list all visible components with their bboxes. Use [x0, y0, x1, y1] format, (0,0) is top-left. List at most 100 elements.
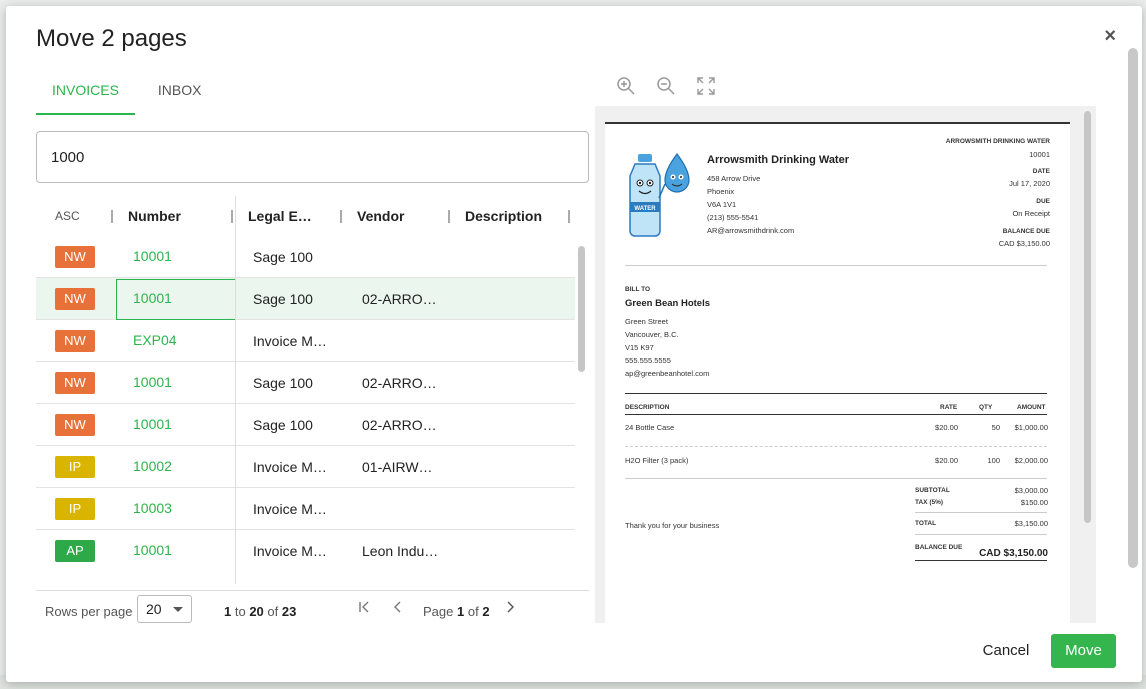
item-amount: $2,000.00: [1014, 456, 1048, 465]
close-icon[interactable]: ×: [1104, 26, 1116, 46]
page-current: 1: [457, 604, 465, 619]
status-badge: NW: [55, 330, 95, 352]
divider: [625, 393, 1047, 394]
invoice-number-link[interactable]: EXP04: [133, 320, 177, 360]
subtotal-label: SUBTOTAL: [915, 487, 950, 494]
tab-inbox[interactable]: INBOX: [142, 76, 218, 115]
invoice-number: 10001: [1029, 150, 1050, 159]
address-line: Phoenix: [707, 187, 735, 196]
address-line: 458 Arrow Drive: [707, 174, 761, 183]
column-header-legal-entity[interactable]: Legal E…: [248, 196, 312, 236]
legal-entity-cell: Sage 100: [253, 291, 313, 307]
due-value: On Receipt: [1012, 209, 1050, 218]
company-name: Arrowsmith Drinking Water: [707, 154, 849, 166]
cancel-button[interactable]: Cancel: [974, 635, 1038, 667]
total-label: TOTAL: [915, 520, 937, 527]
final-balance-label: BALANCE DUE: [915, 544, 963, 551]
document-viewer[interactable]: WATER Arrowsmith Drinking Water 458 Arro…: [595, 106, 1096, 623]
address-line: V6A 1V1: [707, 200, 737, 209]
fullscreen-icon[interactable]: [696, 76, 718, 98]
legal-entity-cell: Sage 100: [253, 249, 313, 265]
dialog-scrollbar[interactable]: [1128, 48, 1138, 568]
tab-invoices[interactable]: INVOICES: [36, 76, 135, 115]
address-line: AR@arrowsmithdrink.com: [707, 226, 795, 235]
legal-entity-cell: Invoice M…: [253, 501, 327, 517]
status-badge: IP: [55, 456, 95, 478]
range-start: 1: [224, 604, 232, 619]
item-description: 24 Bottle Case: [625, 423, 675, 432]
invoice-number-link[interactable]: 10001: [133, 530, 172, 570]
column-header-vendor[interactable]: Vendor: [357, 196, 404, 236]
subtotal-value: $3,000.00: [1014, 486, 1048, 495]
column-resize-handle[interactable]: [340, 210, 342, 223]
item-amount: $1,000.00: [1014, 423, 1048, 432]
item-qty: 100: [987, 456, 1000, 465]
table-row[interactable]: NW 10001 Sage 100: [36, 236, 575, 278]
move-button[interactable]: Move: [1051, 634, 1116, 668]
total-value: $3,150.00: [1014, 519, 1048, 528]
bill-to-line: ap@greenbeanhotel.com: [625, 369, 710, 378]
vendor-cell: Leon Indu…: [362, 543, 439, 559]
chevron-down-icon: [173, 607, 183, 612]
prev-page-icon[interactable]: [388, 599, 408, 619]
page-of: of: [467, 604, 479, 619]
column-resize-handle[interactable]: [568, 210, 570, 223]
move-pages-dialog: Move 2 pages × INVOICES INBOX ASC Number…: [6, 6, 1142, 682]
tab-bar: INVOICES INBOX: [36, 76, 217, 116]
bill-to-line: Vancouver, B.C.: [625, 330, 679, 339]
bill-to-line: Green Street: [625, 317, 668, 326]
final-balance-value: CAD $3,150.00: [979, 548, 1048, 559]
zoom-out-icon[interactable]: [656, 76, 678, 98]
search-input[interactable]: [36, 131, 589, 183]
column-resize-handle[interactable]: [448, 210, 450, 223]
due-label: DUE: [1036, 198, 1050, 205]
table-row-selected[interactable]: NW 10001 Sage 100 02-ARRO…: [36, 278, 575, 320]
bill-to-label: BILL TO: [625, 286, 651, 293]
grid-pagination: Rows per page 20 1 to 20 of 23 Page 1 of…: [36, 590, 589, 630]
item-rate: $20.00: [935, 423, 958, 432]
bill-to-name: Green Bean Hotels: [625, 298, 710, 309]
column-header-number[interactable]: Number: [128, 196, 181, 236]
table-row[interactable]: AP 10001 Invoice M… Leon Indu…: [36, 530, 575, 570]
next-page-icon[interactable]: [500, 599, 520, 619]
status-badge: NW: [55, 414, 95, 436]
column-resize-handle[interactable]: [231, 210, 233, 223]
invoice-number-link[interactable]: 10003: [133, 488, 172, 528]
invoice-number-link[interactable]: 10001: [133, 278, 172, 318]
water-bottle-logo: WATER: [629, 152, 690, 237]
column-header-asc[interactable]: ASC: [55, 196, 80, 236]
viewer-scrollbar[interactable]: [1084, 111, 1091, 523]
vendor-cell: 01-AIRW…: [362, 459, 433, 475]
grid-body: NW 10001 Sage 100 NW 10001 Sage 100 02-A…: [36, 236, 575, 570]
page-indicator: Page 1 of 2: [423, 604, 490, 619]
table-row[interactable]: IP 10002 Invoice M… 01-AIRW…: [36, 446, 575, 488]
invoice-number-link[interactable]: 10001: [133, 404, 172, 444]
invoice-number-link[interactable]: 10001: [133, 236, 172, 276]
first-page-icon[interactable]: [354, 599, 374, 619]
dialog-title: Move 2 pages: [36, 25, 187, 52]
range-to: to: [234, 604, 246, 619]
divider: [625, 446, 1047, 447]
table-row[interactable]: NW 10001 Sage 100 02-ARRO…: [36, 362, 575, 404]
table-row[interactable]: NW EXP04 Invoice M…: [36, 320, 575, 362]
column-resize-handle[interactable]: [111, 210, 113, 223]
grid-scrollbar[interactable]: [578, 246, 585, 372]
row-range-text: 1 to 20 of 23: [224, 604, 296, 619]
table-row[interactable]: IP 10003 Invoice M…: [36, 488, 575, 530]
column-divider: [235, 196, 236, 584]
range-of: of: [267, 604, 279, 619]
invoice-number-link[interactable]: 10002: [133, 446, 172, 486]
vendor-cell: 02-ARRO…: [362, 375, 437, 391]
thank-you-note: Thank you for your business: [625, 521, 720, 530]
item-qty: 50: [991, 423, 1000, 432]
range-total: 23: [281, 604, 297, 619]
invoice-number-link[interactable]: 10001: [133, 362, 172, 402]
column-header-description[interactable]: Description: [465, 196, 542, 236]
rows-per-page-select[interactable]: 20: [137, 595, 192, 623]
col-qty: QTY: [979, 404, 993, 411]
rows-per-page-label: Rows per page: [45, 604, 133, 619]
table-row[interactable]: NW 10001 Sage 100 02-ARRO…: [36, 404, 575, 446]
zoom-in-icon[interactable]: [616, 76, 638, 98]
bill-to-line: V15 K97: [625, 343, 654, 352]
seller-name-caps: ARROWSMITH DRINKING WATER: [945, 138, 1050, 145]
